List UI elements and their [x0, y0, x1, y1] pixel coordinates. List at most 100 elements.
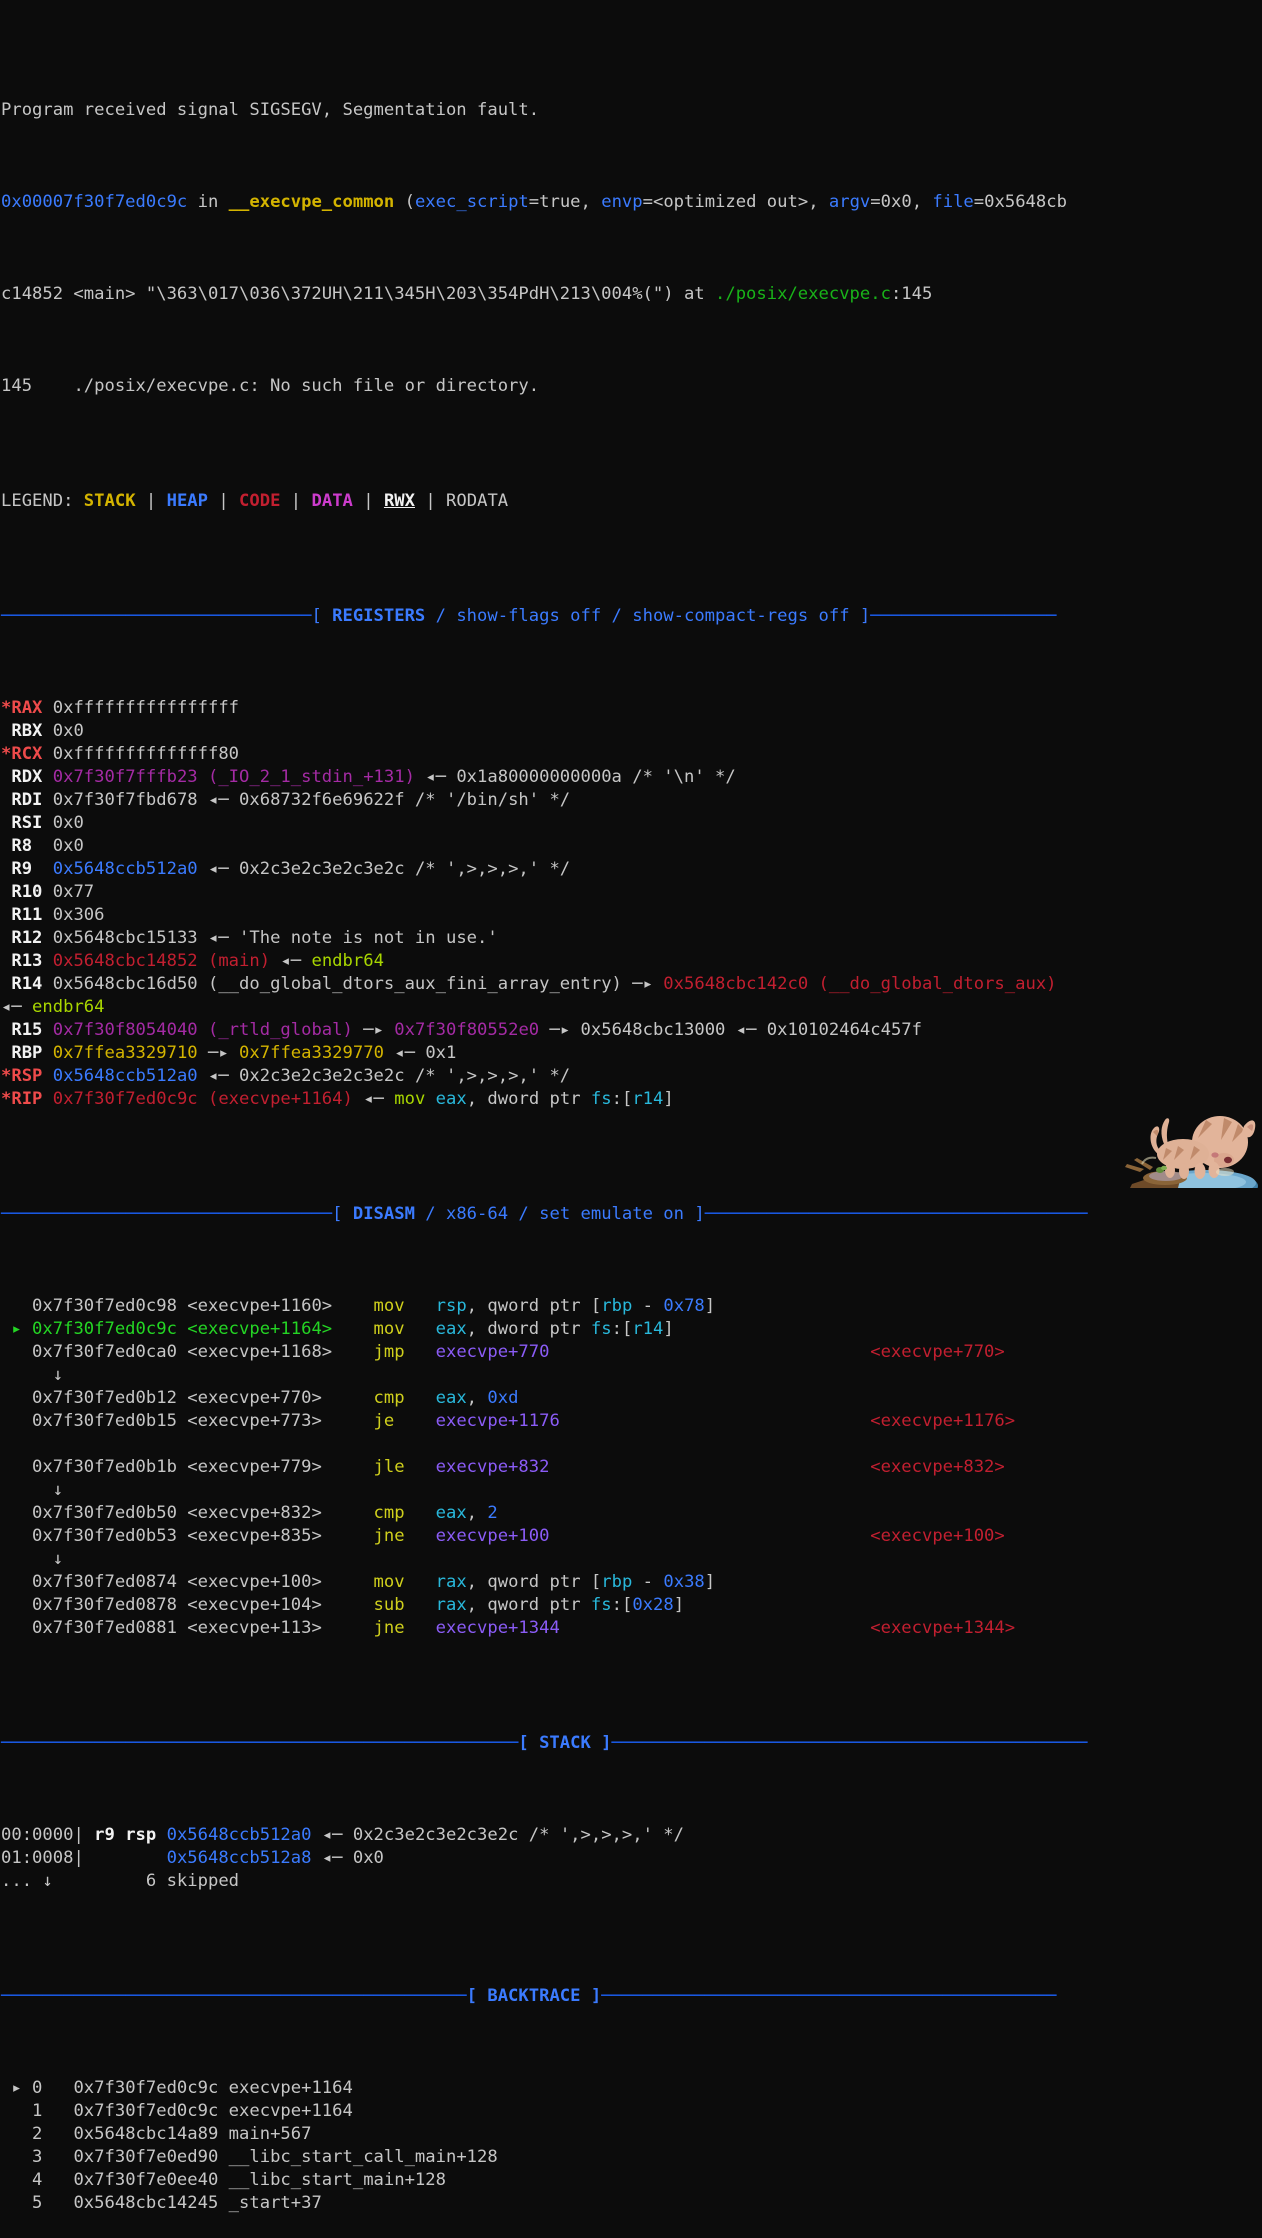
backtrace-row[interactable]: 3 0x7f30f7e0ed90 __libc_start_call_main+…	[1, 2146, 1262, 2169]
register-value: 0x306	[53, 905, 105, 925]
banner-slash-1: /	[425, 606, 456, 626]
disasm-branch-target: <execvpe+832>	[870, 1457, 1005, 1477]
backtrace-marker	[1, 2124, 22, 2144]
signal-frame-line: 0x00007f30f7ed0c9c in __execvpe_common (…	[1, 191, 1262, 214]
stack-register-tags: r9 rsp	[84, 1825, 167, 1845]
backtrace-address: 0x7f30f7e0ee40	[42, 2170, 218, 2190]
disasm-banner: ────────────────────────────────[ DISASM…	[1, 1203, 1262, 1226]
disasm-slash-2: /	[508, 1204, 539, 1224]
backtrace-list: ▸ 0 0x7f30f7ed0c9c execvpe+1164 1 0x7f30…	[1, 2077, 1262, 2215]
disasm-mnemonic: mov	[374, 1296, 436, 1316]
disasm-mnemonic: cmp	[374, 1503, 436, 1523]
fault-address: 0x00007f30f7ed0c9c	[1, 192, 187, 212]
disasm-mnemonic: sub	[374, 1595, 436, 1615]
disasm-row[interactable]: 0x7f30f7ed0ca0 <execvpe+1168> jmp execvp…	[1, 1341, 1262, 1364]
register-value: 0x5648ccb512a0 ◂─ 0x2c3e2c3e2c3e2c /* ',…	[53, 1066, 570, 1086]
register-changed-marker: *	[1, 744, 11, 764]
register-changed-marker	[1, 767, 11, 787]
disasm-row[interactable]: 0x7f30f7ed0881 <execvpe+113> jne execvpe…	[1, 1617, 1262, 1640]
register-changed-marker	[1, 1020, 11, 1040]
disasm-branch-arrow: ↓	[1, 1479, 1262, 1502]
backtrace-symbol: main+567	[218, 2124, 311, 2144]
stack-row[interactable]: ... ↓ 6 skipped	[1, 1870, 1262, 1893]
register-name: R14	[11, 974, 52, 994]
disasm-address: 0x7f30f7ed0b50 <execvpe+832>	[22, 1503, 374, 1523]
register-value: 0x5648cbc15133 ◂─ 'The note is not in us…	[53, 928, 498, 948]
backtrace-index: 3	[22, 2147, 43, 2167]
disasm-address: 0x7f30f7ed0ca0 <execvpe+1168>	[22, 1342, 374, 1362]
arg-file-name: file	[932, 192, 973, 212]
down-arrow-icon: ↓	[1, 1365, 63, 1385]
source-line-num: 145	[1, 376, 32, 396]
legend-sep-2: |	[208, 491, 239, 511]
legend-sep-4: |	[353, 491, 384, 511]
source-line-number: :145	[891, 284, 932, 304]
register-name: R9	[11, 859, 52, 879]
disasm-list: 0x7f30f7ed0c98 <execvpe+1160> mov rsp, q…	[1, 1295, 1262, 1640]
disasm-operands: execvpe+100	[436, 1526, 550, 1546]
stack-row[interactable]: 00:0000| r9 rsp 0x5648ccb512a0 ◂─ 0x2c3e…	[1, 1824, 1262, 1847]
disasm-branch-target: <execvpe+100>	[870, 1526, 1005, 1546]
disasm-row[interactable]: 0x7f30f7ed0b15 <execvpe+773> je execvpe+…	[1, 1410, 1262, 1433]
backtrace-index: 5	[22, 2193, 43, 2213]
disasm-mnemonic: cmp	[374, 1388, 436, 1408]
backtrace-row[interactable]: 5 0x5648cbc14245 _start+37	[1, 2192, 1262, 2215]
legend-heap: HEAP	[167, 491, 208, 511]
register-changed-marker	[1, 882, 11, 902]
backtrace-row[interactable]: 2 0x5648cbc14a89 main+567	[1, 2123, 1262, 2146]
register-name: RAX	[11, 698, 52, 718]
register-row: R11 0x306	[1, 904, 1262, 927]
register-row: RDI 0x7f30f7fbd678 ◂─ 0x68732f6e69622f /…	[1, 789, 1262, 812]
arg-envp-value: =<optimized out>,	[643, 192, 829, 212]
backtrace-symbol: __libc_start_call_main+128	[218, 2147, 497, 2167]
instruction-marker	[1, 1342, 22, 1362]
register-value: 0x5648cbc16d50 (__do_global_dtors_aux_fi…	[53, 974, 1057, 994]
register-changed-marker	[1, 905, 11, 925]
disasm-rule-right: ─────────────────────────────────────	[705, 1204, 1088, 1224]
stack-row[interactable]: 01:0008| 0x5648ccb512a8 ◂─ 0x0	[1, 1847, 1262, 1870]
stack-value: ◂─ 0x2c3e2c3e2c3e2c /* ',>,>,>,' */	[311, 1825, 684, 1845]
disasm-address: 0x7f30f7ed0c9c <execvpe+1164>	[22, 1319, 374, 1339]
legend-code: CODE	[239, 491, 280, 511]
backtrace-marker	[1, 2147, 22, 2167]
instruction-marker	[1, 1526, 22, 1546]
disasm-operands: rax, qword ptr [rbp - 0x38]	[436, 1572, 716, 1592]
disasm-row[interactable]: 0x7f30f7ed0878 <execvpe+104> sub rax, qw…	[1, 1594, 1262, 1617]
disasm-branch-arrow: ↓	[1, 1548, 1262, 1571]
register-value: 0x5648ccb512a0 ◂─ 0x2c3e2c3e2c3e2c /* ',…	[53, 859, 570, 879]
stack-rule-right: ────────────────────────────────────────…	[612, 1733, 1088, 1753]
disasm-operands: execvpe+770	[436, 1342, 550, 1362]
disasm-emulate: set emulate on	[539, 1204, 684, 1224]
backtrace-address: 0x5648cbc14245	[42, 2193, 218, 2213]
register-row: *RAX 0xffffffffffffffff	[1, 697, 1262, 720]
disasm-row[interactable]: 0x7f30f7ed0c98 <execvpe+1160> mov rsp, q…	[1, 1295, 1262, 1318]
stack-value: ◂─ 0x0	[311, 1848, 383, 1868]
disasm-target-pad	[549, 1526, 870, 1546]
backtrace-row[interactable]: 4 0x7f30f7e0ee40 __libc_start_main+128	[1, 2169, 1262, 2192]
banner-bracket-close: ]	[850, 606, 871, 626]
banner-slash-2: /	[601, 606, 632, 626]
disasm-branch-target: <execvpe+1176>	[870, 1411, 1015, 1431]
backtrace-address: 0x5648cbc14a89	[42, 2124, 218, 2144]
register-name: RBX	[11, 721, 52, 741]
backtrace-symbol: execvpe+1164	[218, 2078, 353, 2098]
signal-message-line: Program received signal SIGSEGV, Segment…	[1, 99, 1262, 122]
stack-skipped-label: 6 skipped	[84, 1871, 239, 1891]
instruction-marker	[1, 1388, 22, 1408]
register-value: 0xffffffffffffff80	[53, 744, 239, 764]
disasm-operands: execvpe+1176	[436, 1411, 560, 1431]
backtrace-row[interactable]: 1 0x7f30f7ed0c9c execvpe+1164	[1, 2100, 1262, 2123]
register-value: 0x7ffea3329710 ─▸ 0x7ffea3329770 ◂─ 0x1	[53, 1043, 457, 1063]
register-row: R10 0x77	[1, 881, 1262, 904]
disasm-row[interactable]: ▸ 0x7f30f7ed0c9c <execvpe+1164> mov eax,…	[1, 1318, 1262, 1341]
disasm-row[interactable]: 0x7f30f7ed0874 <execvpe+100> mov rax, qw…	[1, 1571, 1262, 1594]
down-arrow-icon: ↓	[1, 1549, 63, 1569]
backtrace-row[interactable]: ▸ 0 0x7f30f7ed0c9c execvpe+1164	[1, 2077, 1262, 2100]
disasm-row[interactable]: 0x7f30f7ed0b1b <execvpe+779> jle execvpe…	[1, 1456, 1262, 1479]
disasm-row[interactable]: 0x7f30f7ed0b50 <execvpe+832> cmp eax, 2	[1, 1502, 1262, 1525]
disasm-mnemonic: jne	[374, 1526, 436, 1546]
signal-frame-wrap-line: c14852 <main> "\363\017\036\372UH\211\34…	[1, 283, 1262, 306]
disasm-branch-arrow: ↓	[1, 1364, 1262, 1387]
disasm-row[interactable]: 0x7f30f7ed0b53 <execvpe+835> jne execvpe…	[1, 1525, 1262, 1548]
disasm-row[interactable]: 0x7f30f7ed0b12 <execvpe+770> cmp eax, 0x…	[1, 1387, 1262, 1410]
